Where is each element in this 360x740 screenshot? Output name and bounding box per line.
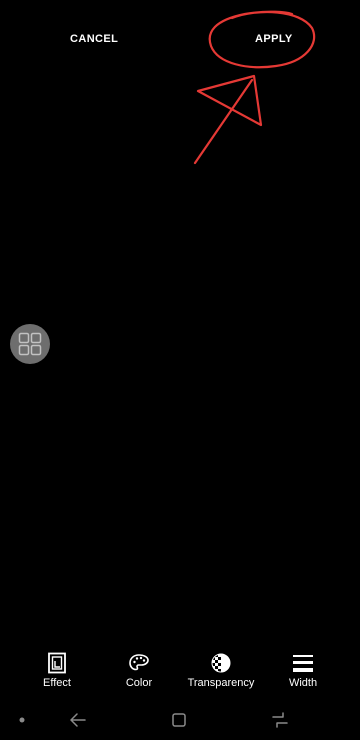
- cancel-button[interactable]: CANCEL: [70, 28, 118, 50]
- effect-label: Effect: [43, 677, 71, 689]
- annotation-arrow-shaft: [193, 78, 254, 165]
- grid-icon: [18, 332, 42, 356]
- width-icon: [293, 655, 313, 672]
- transparency-label: Transparency: [187, 677, 255, 689]
- bottom-toolbar: Effect Color Transparency Width: [0, 646, 360, 698]
- home-icon: [172, 713, 186, 727]
- effect-icon: [48, 652, 66, 674]
- apply-button[interactable]: APPLY: [255, 28, 293, 50]
- effect-button[interactable]: Effect: [17, 646, 97, 698]
- transparency-button[interactable]: Transparency: [181, 646, 261, 698]
- annotation-arrow-head: [196, 74, 263, 127]
- system-navigation-bar: [0, 700, 360, 740]
- back-button[interactable]: [66, 708, 90, 732]
- top-bar: CANCEL APPLY: [0, 0, 360, 78]
- back-icon: [70, 713, 86, 727]
- palette-icon: [129, 654, 149, 671]
- nav-dot[interactable]: [10, 708, 34, 732]
- color-label: Color: [125, 677, 153, 689]
- width-button[interactable]: Width: [263, 646, 343, 698]
- width-label: Width: [288, 677, 318, 689]
- transparency-icon: [211, 653, 231, 673]
- home-button[interactable]: [167, 708, 191, 732]
- recent-apps-icon: [272, 712, 288, 728]
- recent-apps-button[interactable]: [268, 708, 292, 732]
- floating-handle[interactable]: [10, 324, 50, 364]
- dot-icon: [19, 717, 25, 723]
- color-button[interactable]: Color: [99, 646, 179, 698]
